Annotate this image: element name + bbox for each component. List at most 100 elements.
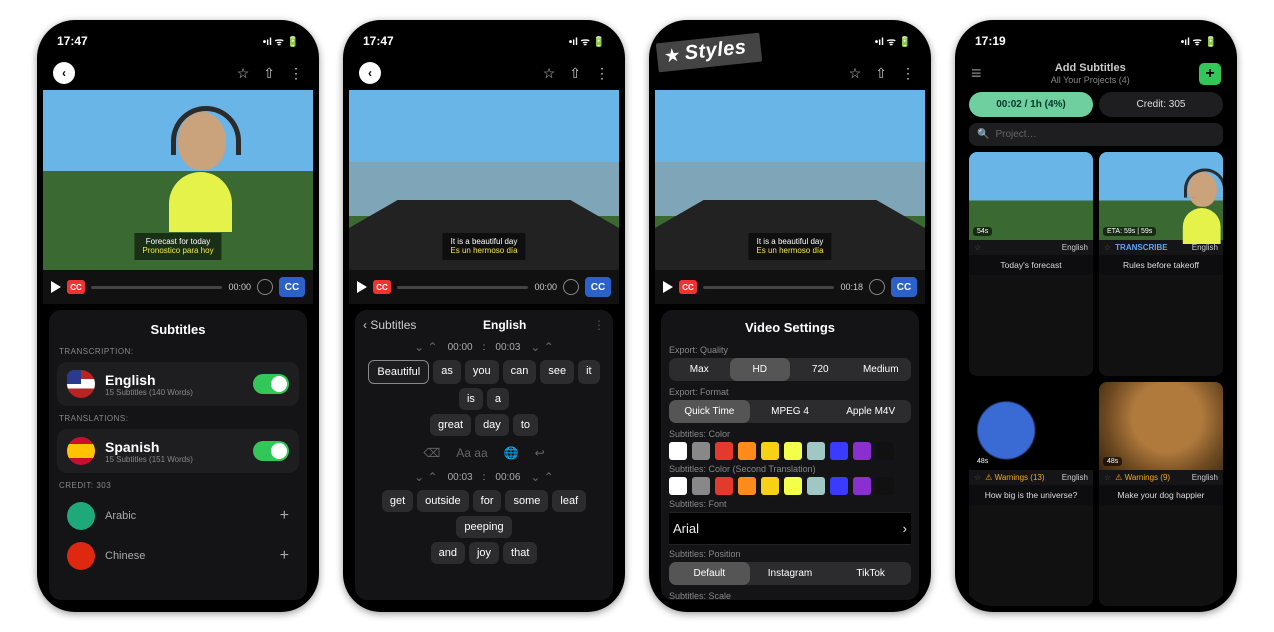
add-icon[interactable]: +: [280, 547, 289, 565]
more-icon[interactable]: ⋮: [593, 318, 605, 332]
star-icon[interactable]: ☆: [1104, 473, 1111, 482]
cc-toggle-icon[interactable]: CC: [373, 280, 391, 294]
color-swatch[interactable]: [761, 442, 779, 460]
word-token[interactable]: it: [578, 360, 600, 384]
position-segment[interactable]: DefaultInstagramTikTok: [669, 562, 911, 585]
word-token[interactable]: that: [503, 542, 537, 564]
font-row[interactable]: Arial›: [669, 512, 911, 545]
add-icon[interactable]: +: [280, 507, 289, 525]
color-swatch[interactable]: [692, 477, 710, 495]
color-swatch[interactable]: [830, 477, 848, 495]
word-token[interactable]: some: [505, 490, 548, 512]
lang-row-english[interactable]: English 15 Subtitles (140 Words): [57, 362, 299, 406]
color-swatch[interactable]: [761, 477, 779, 495]
add-project-button[interactable]: +: [1199, 63, 1221, 85]
color-swatch[interactable]: [692, 442, 710, 460]
color-swatch[interactable]: [669, 477, 687, 495]
quality-segment[interactable]: MaxHD720Medium: [669, 358, 911, 381]
seek-bar[interactable]: [397, 286, 528, 289]
color-swatch[interactable]: [876, 442, 894, 460]
word-token[interactable]: joy: [469, 542, 499, 564]
more-icon[interactable]: ⋮: [901, 65, 915, 82]
cc-button[interactable]: CC: [585, 277, 611, 297]
seek-bar[interactable]: [703, 286, 834, 289]
cc-toggle-icon[interactable]: CC: [67, 280, 85, 294]
play-button[interactable]: [51, 281, 61, 293]
project-card[interactable]: 48s ☆⚠ Warnings (9)English Make your dog…: [1099, 382, 1223, 606]
word-token[interactable]: for: [473, 490, 502, 512]
color-swatch[interactable]: [876, 477, 894, 495]
word-token[interactable]: get: [382, 490, 413, 512]
editor-action[interactable]: Aa aa: [456, 446, 487, 460]
color-row-2[interactable]: [669, 477, 911, 495]
back-button[interactable]: ‹: [359, 62, 381, 84]
segment-option[interactable]: 720: [790, 358, 851, 381]
word-token[interactable]: as: [433, 360, 461, 384]
segment-option[interactable]: HD: [730, 358, 791, 381]
lang-row-spanish[interactable]: Spanish 15 Subtitles (151 Words): [57, 429, 299, 473]
word-token[interactable]: is: [459, 388, 483, 410]
seek-bar[interactable]: [91, 286, 222, 289]
color-row-1[interactable]: [669, 442, 911, 460]
word-token[interactable]: great: [430, 414, 471, 436]
cc-button[interactable]: CC: [279, 277, 305, 297]
toggle-english[interactable]: [253, 374, 289, 394]
video-preview[interactable]: It is a beautiful dayEs un hermoso día: [349, 90, 619, 270]
color-swatch[interactable]: [853, 477, 871, 495]
speed-icon[interactable]: [257, 279, 273, 295]
color-swatch[interactable]: [853, 442, 871, 460]
word-token[interactable]: outside: [417, 490, 468, 512]
star-icon[interactable]: ☆: [974, 473, 981, 482]
play-button[interactable]: [663, 281, 673, 293]
word-token[interactable]: to: [513, 414, 538, 436]
clip-prev-icon[interactable]: ⌄ ⌃: [414, 340, 437, 354]
share-icon[interactable]: ⇧: [263, 65, 275, 82]
color-swatch[interactable]: [784, 477, 802, 495]
project-card[interactable]: 54s ☆English Today's forecast: [969, 152, 1093, 376]
color-swatch[interactable]: [738, 477, 756, 495]
segment-option[interactable]: Default: [669, 562, 750, 585]
segment-option[interactable]: Max: [669, 358, 730, 381]
segment-option[interactable]: TikTok: [830, 562, 911, 585]
color-swatch[interactable]: [715, 442, 733, 460]
toggle-spanish[interactable]: [253, 441, 289, 461]
more-icon[interactable]: ⋮: [289, 65, 303, 82]
video-preview[interactable]: Forecast for today Pronostico para hoy: [43, 90, 313, 270]
segment-option[interactable]: Apple M4V: [830, 400, 911, 423]
share-icon[interactable]: ⇧: [875, 65, 887, 82]
clip-next-icon[interactable]: ⌄ ⌃: [530, 340, 553, 354]
back-subtitles[interactable]: ‹ Subtitles: [363, 318, 416, 332]
star-icon[interactable]: ☆: [974, 243, 981, 252]
color-swatch[interactable]: [784, 442, 802, 460]
editor-action[interactable]: 🌐: [504, 446, 519, 460]
word-token[interactable]: see: [540, 360, 574, 384]
back-button[interactable]: ‹: [53, 62, 75, 84]
play-button[interactable]: [357, 281, 367, 293]
search-input[interactable]: 🔍 Project…: [969, 123, 1223, 146]
share-icon[interactable]: ⇧: [569, 65, 581, 82]
word-token[interactable]: Beautiful: [368, 360, 429, 384]
lang-row-chinese[interactable]: Chinese+: [57, 536, 299, 576]
word-token[interactable]: you: [465, 360, 499, 384]
project-card[interactable]: ETA: 59s | 59s ☆TRANSCRIBEEnglish Rules …: [1099, 152, 1223, 376]
editor-action[interactable]: ↩︎: [535, 446, 545, 460]
color-swatch[interactable]: [830, 442, 848, 460]
menu-icon[interactable]: ≡: [971, 63, 982, 84]
speed-icon[interactable]: [563, 279, 579, 295]
word-token[interactable]: day: [475, 414, 509, 436]
color-swatch[interactable]: [669, 442, 687, 460]
cc-button[interactable]: CC: [891, 277, 917, 297]
video-preview[interactable]: It is a beautiful dayEs un hermoso día: [655, 90, 925, 270]
segment-option[interactable]: Quick Time: [669, 400, 750, 423]
color-swatch[interactable]: [738, 442, 756, 460]
more-icon[interactable]: ⋮: [595, 65, 609, 82]
star-icon[interactable]: ☆: [237, 65, 250, 82]
word-token[interactable]: leaf: [552, 490, 586, 512]
speed-icon[interactable]: [869, 279, 885, 295]
cc-toggle-icon[interactable]: CC: [679, 280, 697, 294]
credit-pill[interactable]: Credit: 305: [1099, 92, 1223, 117]
word-token[interactable]: and: [431, 542, 465, 564]
star-icon[interactable]: ☆: [1104, 243, 1111, 252]
progress-pill[interactable]: 00:02 / 1h (4%): [969, 92, 1093, 117]
segment-option[interactable]: Instagram: [750, 562, 831, 585]
